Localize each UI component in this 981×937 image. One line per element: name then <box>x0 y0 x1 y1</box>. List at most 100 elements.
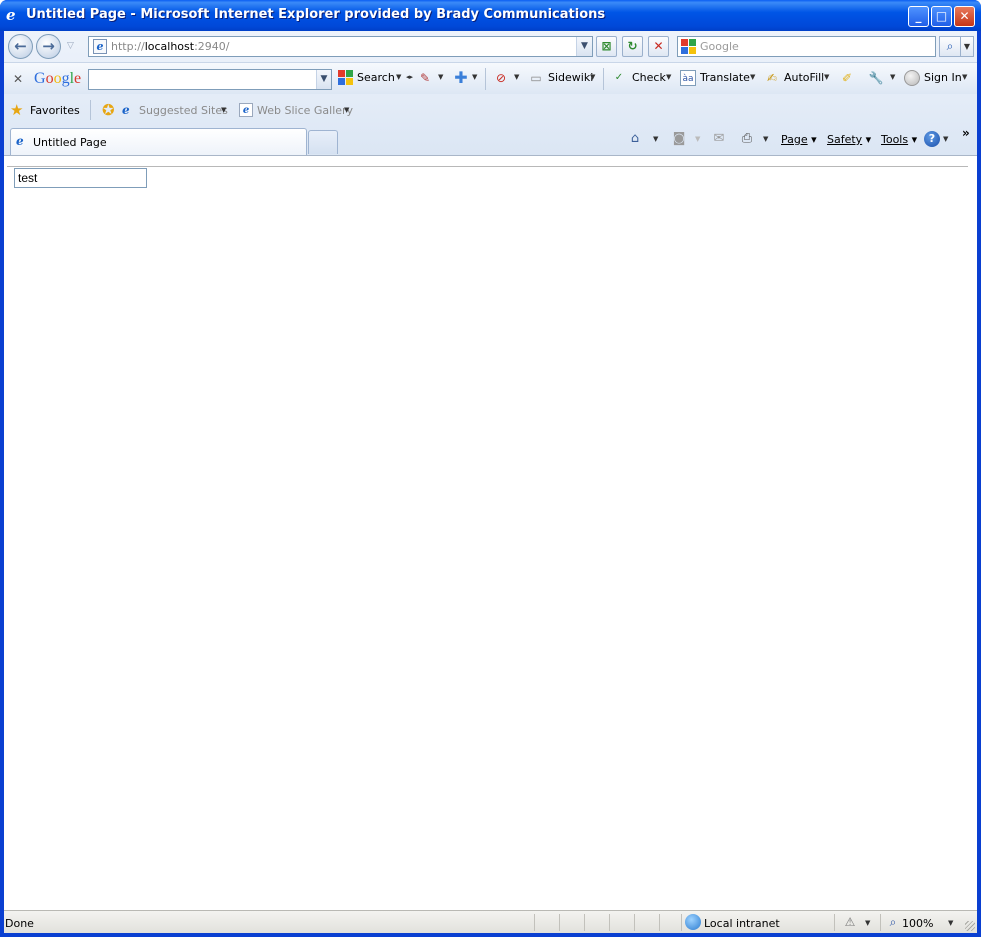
browser-chrome: ← → ▽ e http://localhost:2940/ ▼ ⊠ ↻ ✕ G… <box>4 31 977 155</box>
sign-in-button[interactable]: Sign In <box>924 71 962 84</box>
autofill-icon[interactable]: ✍ <box>764 70 780 86</box>
page-ie-icon: e <box>93 39 107 54</box>
settings-dropdown-icon[interactable]: ▼ <box>890 73 895 81</box>
new-tab-button[interactable] <box>308 130 338 154</box>
back-arrow-icon: ← <box>14 37 27 55</box>
add-button-icon[interactable]: ✚ <box>453 70 469 86</box>
google-search-provider-icon <box>681 39 696 54</box>
search-dropdown-icon[interactable]: ▼ <box>396 73 401 81</box>
suggested-sites-link[interactable]: Suggested Sites <box>139 104 228 117</box>
forward-button[interactable]: → <box>36 34 61 59</box>
add-to-favorites-bar-icon[interactable]: ✪ <box>102 101 115 119</box>
print-dropdown-icon[interactable]: ▼ <box>763 135 768 143</box>
translate-button[interactable]: Translate <box>700 71 750 84</box>
google-search-icon[interactable] <box>338 70 354 86</box>
add-dropdown-icon[interactable]: ▼ <box>472 73 477 81</box>
favorites-star-icon[interactable]: ★ <box>10 102 23 118</box>
popup-blocker-dropdown-icon[interactable]: ▼ <box>514 73 519 81</box>
favorites-bar: ★ Favorites ✪ e Suggested Sites ▼ e Web … <box>4 95 977 125</box>
tools-menu-button[interactable]: Tools ▾ <box>881 133 917 146</box>
feeds-icon[interactable]: ◙ <box>670 130 688 148</box>
toolbar-splitter-icon[interactable]: ◂▸ <box>406 73 413 81</box>
suggested-sites-dropdown-icon[interactable]: ▼ <box>221 106 226 114</box>
tab-ie-icon: e <box>16 134 24 148</box>
status-text: Done <box>5 917 34 930</box>
search-go-button[interactable]: ⌕ <box>939 36 961 57</box>
forward-arrow-icon: → <box>42 37 55 55</box>
address-dropdown-icon[interactable]: ▼ <box>576 37 592 56</box>
safety-menu-button[interactable]: Safety ▾ <box>827 133 871 146</box>
internet-explorer-icon: e <box>6 6 16 24</box>
refresh-button[interactable]: ↻ <box>622 36 643 57</box>
autofill-button[interactable]: AutoFill <box>784 71 824 84</box>
tab-untitled-page[interactable]: e Untitled Page <box>10 128 307 155</box>
read-mail-icon[interactable]: ✉ <box>710 130 728 148</box>
web-slice-gallery-link[interactable]: Web Slice Gallery <box>257 104 353 117</box>
check-dropdown-icon[interactable]: ▼ <box>666 73 671 81</box>
spell-check-icon[interactable]: ✓ <box>611 70 627 86</box>
home-icon[interactable]: ⌂ <box>626 130 644 148</box>
horizontal-rule <box>7 166 968 167</box>
maximize-button[interactable]: □ <box>931 6 952 27</box>
security-zone-label[interactable]: Local intranet <box>704 917 780 930</box>
google-logo: Google <box>34 70 82 87</box>
close-toolbar-icon[interactable]: ✕ <box>13 72 23 86</box>
protected-mode-icon[interactable]: ⚠ <box>841 913 859 931</box>
google-toolbar: ✕ Google ▼ Search ▼ ◂▸ ✎ ▼ ✚ ▼ ⊘ ▼ ▭ Sid… <box>4 62 977 94</box>
check-button[interactable]: Check <box>632 71 666 84</box>
autofill-dropdown-icon[interactable]: ▼ <box>824 73 829 81</box>
translate-dropdown-icon[interactable]: ▼ <box>750 73 755 81</box>
address-field[interactable]: e http://localhost:2940/ ▼ <box>88 36 593 57</box>
help-icon[interactable]: ? <box>924 131 940 147</box>
bookmarks-dropdown-icon[interactable]: ▼ <box>438 73 443 81</box>
status-bar: Done Local intranet ⚠ ▼ ⌕ 100% ▼ <box>4 910 977 933</box>
popup-blocker-icon[interactable]: ⊘ <box>493 70 509 86</box>
page-content <box>4 155 977 910</box>
stop-button[interactable]: ✕ <box>648 36 669 57</box>
test-text-input[interactable] <box>14 168 147 188</box>
compatibility-icon: ⊠ <box>601 39 612 53</box>
home-dropdown-icon[interactable]: ▼ <box>653 135 658 143</box>
web-slice-gallery-dropdown-icon[interactable]: ▼ <box>344 106 349 114</box>
translate-icon[interactable]: àa <box>680 70 696 86</box>
favorites-button[interactable]: Favorites <box>30 104 80 117</box>
sidewiki-button[interactable]: Sidewiki <box>548 71 593 84</box>
help-dropdown-icon[interactable]: ▼ <box>943 135 948 143</box>
title-bar[interactable]: e Untitled Page - Microsoft Internet Exp… <box>0 0 981 31</box>
account-avatar-icon[interactable] <box>904 70 920 86</box>
wrench-icon[interactable]: 🔧 <box>868 70 884 86</box>
sidewiki-dropdown-icon[interactable]: ▼ <box>590 73 595 81</box>
compatibility-view-button[interactable]: ⊠ <box>596 36 617 57</box>
local-intranet-globe-icon <box>685 914 701 930</box>
window-title: Untitled Page - Microsoft Internet Explo… <box>26 7 606 22</box>
zoom-magnifier-icon: ⌕ <box>889 915 897 929</box>
google-search-dropdown-icon[interactable]: ▼ <box>316 70 331 89</box>
recent-pages-dropdown-icon[interactable]: ▽ <box>67 41 74 51</box>
highlighter-icon[interactable]: ✐ <box>839 70 855 86</box>
tab-row: e Untitled Page ⌂ ▼ ◙ ▼ ✉ ⎙ ▼ Page ▾ Saf… <box>4 125 977 155</box>
sidewiki-icon[interactable]: ▭ <box>528 70 544 86</box>
page-menu-button[interactable]: Page ▾ <box>781 133 817 146</box>
back-button[interactable]: ← <box>8 34 33 59</box>
google-search-button[interactable]: Search <box>357 71 395 84</box>
google-search-input[interactable]: ▼ <box>88 69 332 90</box>
protected-mode-dropdown-icon[interactable]: ▼ <box>865 919 870 927</box>
resize-grip[interactable] <box>965 921 975 931</box>
zoom-level[interactable]: 100% <box>902 917 933 930</box>
minimize-button[interactable]: _ <box>908 6 929 27</box>
print-icon[interactable]: ⎙ <box>738 130 756 148</box>
more-commands-chevron-icon[interactable]: » <box>962 126 970 140</box>
search-field[interactable]: Google <box>677 36 936 57</box>
zoom-dropdown-icon[interactable]: ▼ <box>948 919 953 927</box>
sign-in-dropdown-icon[interactable]: ▼ <box>962 73 967 81</box>
bookmarks-icon[interactable]: ✎ <box>417 70 433 86</box>
web-slice-ie-icon: e <box>239 103 253 117</box>
address-url[interactable]: http://localhost:2940/ <box>111 40 230 53</box>
stop-icon: ✕ <box>653 39 664 53</box>
tab-label: Untitled Page <box>33 136 107 149</box>
feeds-dropdown-icon[interactable]: ▼ <box>695 135 700 143</box>
magnifier-icon: ⌕ <box>946 39 954 53</box>
search-placeholder: Google <box>700 40 739 53</box>
search-options-dropdown-icon[interactable]: ▼ <box>961 36 974 57</box>
close-button[interactable]: ✕ <box>954 6 975 27</box>
